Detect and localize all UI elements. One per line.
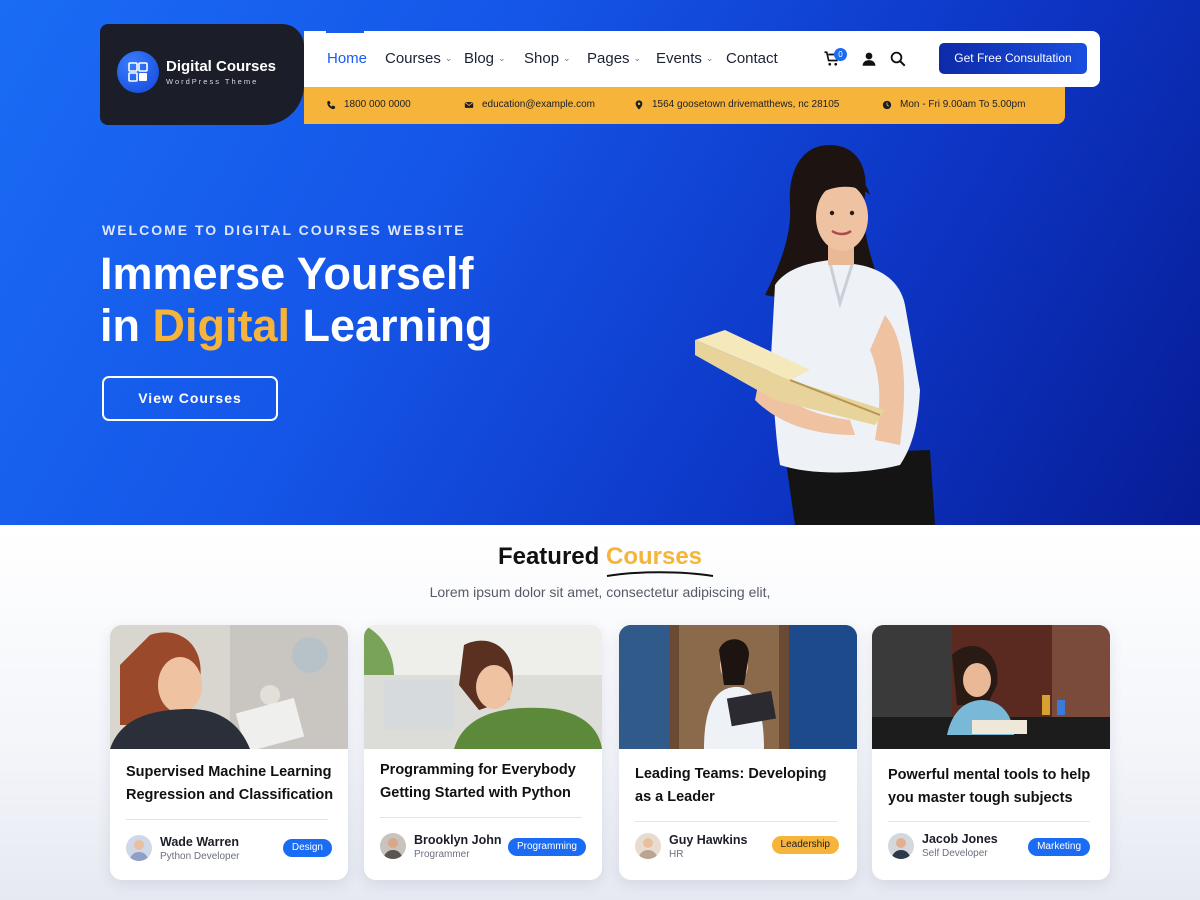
nav-home[interactable]: Home xyxy=(327,50,367,67)
course-thumbnail xyxy=(110,625,348,749)
course-card[interactable]: Programming for Everybody Getting Starte… xyxy=(364,625,602,880)
info-hours: Mon - Fri 9.00am To 5.00pm xyxy=(882,99,1025,110)
category-tag[interactable]: Design xyxy=(282,839,332,857)
hero-headline: Immerse Yourself in Digital Learning xyxy=(100,248,493,352)
card-divider xyxy=(635,821,837,822)
chevron-down-icon: ⌄ xyxy=(705,53,714,63)
category-tag[interactable]: Leadership xyxy=(771,836,839,854)
cart-count-badge: 0 xyxy=(834,48,847,61)
course-thumbnail xyxy=(619,625,857,749)
author-name[interactable]: Wade Warren xyxy=(160,835,239,849)
hero-section: Digital Courses WordPress Theme Home Cou… xyxy=(0,0,1200,525)
info-address: 1564 goosetown drivematthews, nc 28105 xyxy=(634,99,839,110)
author-name[interactable]: Guy Hawkins xyxy=(669,833,748,847)
category-tag[interactable]: Programming xyxy=(507,838,586,856)
brand-tagline: WordPress Theme xyxy=(166,77,259,86)
view-courses-button[interactable]: View Courses xyxy=(102,376,278,421)
chevron-down-icon: ⌄ xyxy=(444,53,453,63)
headline-line-1: Immerse Yourself xyxy=(100,248,474,299)
nav-active-indicator xyxy=(326,31,364,33)
featured-title: Featured Courses xyxy=(497,543,703,570)
card-divider xyxy=(380,817,582,818)
contact-info-bar: 1800 000 0000 education@example.com 1564… xyxy=(304,87,1065,124)
avatar xyxy=(888,833,914,859)
author-role: Self Developer xyxy=(922,848,988,859)
mail-icon xyxy=(464,101,474,108)
brand-name: Digital Courses xyxy=(166,58,277,75)
featured-title-highlight: Courses xyxy=(605,543,703,570)
category-tag[interactable]: Marketing xyxy=(1028,838,1090,856)
avatar xyxy=(635,833,661,859)
nav-courses[interactable]: Courses ⌄ xyxy=(385,50,452,67)
author-name[interactable]: Jacob Jones xyxy=(922,832,998,846)
logo-icon xyxy=(117,51,159,93)
avatar xyxy=(380,833,406,859)
site-logo[interactable]: Digital Courses WordPress Theme xyxy=(100,24,304,125)
course-title[interactable]: Supervised Machine Learning Regression a… xyxy=(126,761,336,807)
clock-icon xyxy=(882,100,892,109)
phone-icon xyxy=(327,100,336,109)
card-divider xyxy=(126,819,328,820)
author-name[interactable]: Brooklyn John xyxy=(414,833,502,847)
chevron-down-icon: ⌄ xyxy=(563,53,571,63)
location-pin-icon xyxy=(635,99,643,110)
course-title[interactable]: Powerful mental tools to help you master… xyxy=(888,764,1098,810)
search-icon[interactable] xyxy=(889,50,907,68)
headline-line-2: in Digital Learning xyxy=(100,300,493,351)
nav-shop[interactable]: Shop ⌄ xyxy=(524,50,571,67)
hero-student-image xyxy=(695,145,935,525)
get-free-consultation-button[interactable]: Get Free Consultation xyxy=(939,43,1087,74)
card-divider xyxy=(888,821,1090,822)
avatar xyxy=(126,835,152,861)
course-thumbnail xyxy=(364,625,602,749)
course-title[interactable]: Leading Teams: Developing as a Leader xyxy=(635,763,845,809)
course-title[interactable]: Programming for Everybody Getting Starte… xyxy=(380,759,590,805)
user-icon[interactable] xyxy=(860,50,878,68)
author-role: HR xyxy=(669,849,684,860)
course-card[interactable]: Powerful mental tools to help you master… xyxy=(872,625,1110,880)
main-nav: Home Courses ⌄ Blog ⌄ Shop ⌄ Pages ⌄ Events ⌄… xyxy=(304,31,1100,87)
info-email[interactable]: education@example.com xyxy=(464,99,595,110)
featured-subtitle: Lorem ipsum dolor sit amet, consectetur … xyxy=(429,584,771,600)
nav-pages[interactable]: Pages ⌄ xyxy=(587,50,641,67)
nav-blog[interactable]: Blog ⌄ xyxy=(464,50,506,67)
nav-contact[interactable]: Contact xyxy=(726,50,778,67)
chevron-down-icon: ⌄ xyxy=(498,53,506,63)
author-role: Python Developer xyxy=(160,851,240,862)
info-phone[interactable]: 1800 000 0000 xyxy=(326,99,411,110)
chevron-down-icon: ⌄ xyxy=(633,53,642,63)
headline-highlight: Digital xyxy=(152,300,291,351)
course-thumbnail xyxy=(872,625,1110,749)
title-underline-swoosh xyxy=(606,571,714,577)
course-card[interactable]: Supervised Machine Learning Regression a… xyxy=(110,625,348,880)
nav-events[interactable]: Events ⌄ xyxy=(656,50,713,67)
featured-courses-section: Featured Courses Lorem ipsum dolor sit a… xyxy=(0,525,1200,900)
course-card[interactable]: Leading Teams: Developing as a Leader Gu… xyxy=(619,625,857,880)
hero-kicker: WELCOME TO DIGITAL COURSES WEBSITE xyxy=(102,222,466,238)
author-role: Programmer xyxy=(414,849,470,860)
